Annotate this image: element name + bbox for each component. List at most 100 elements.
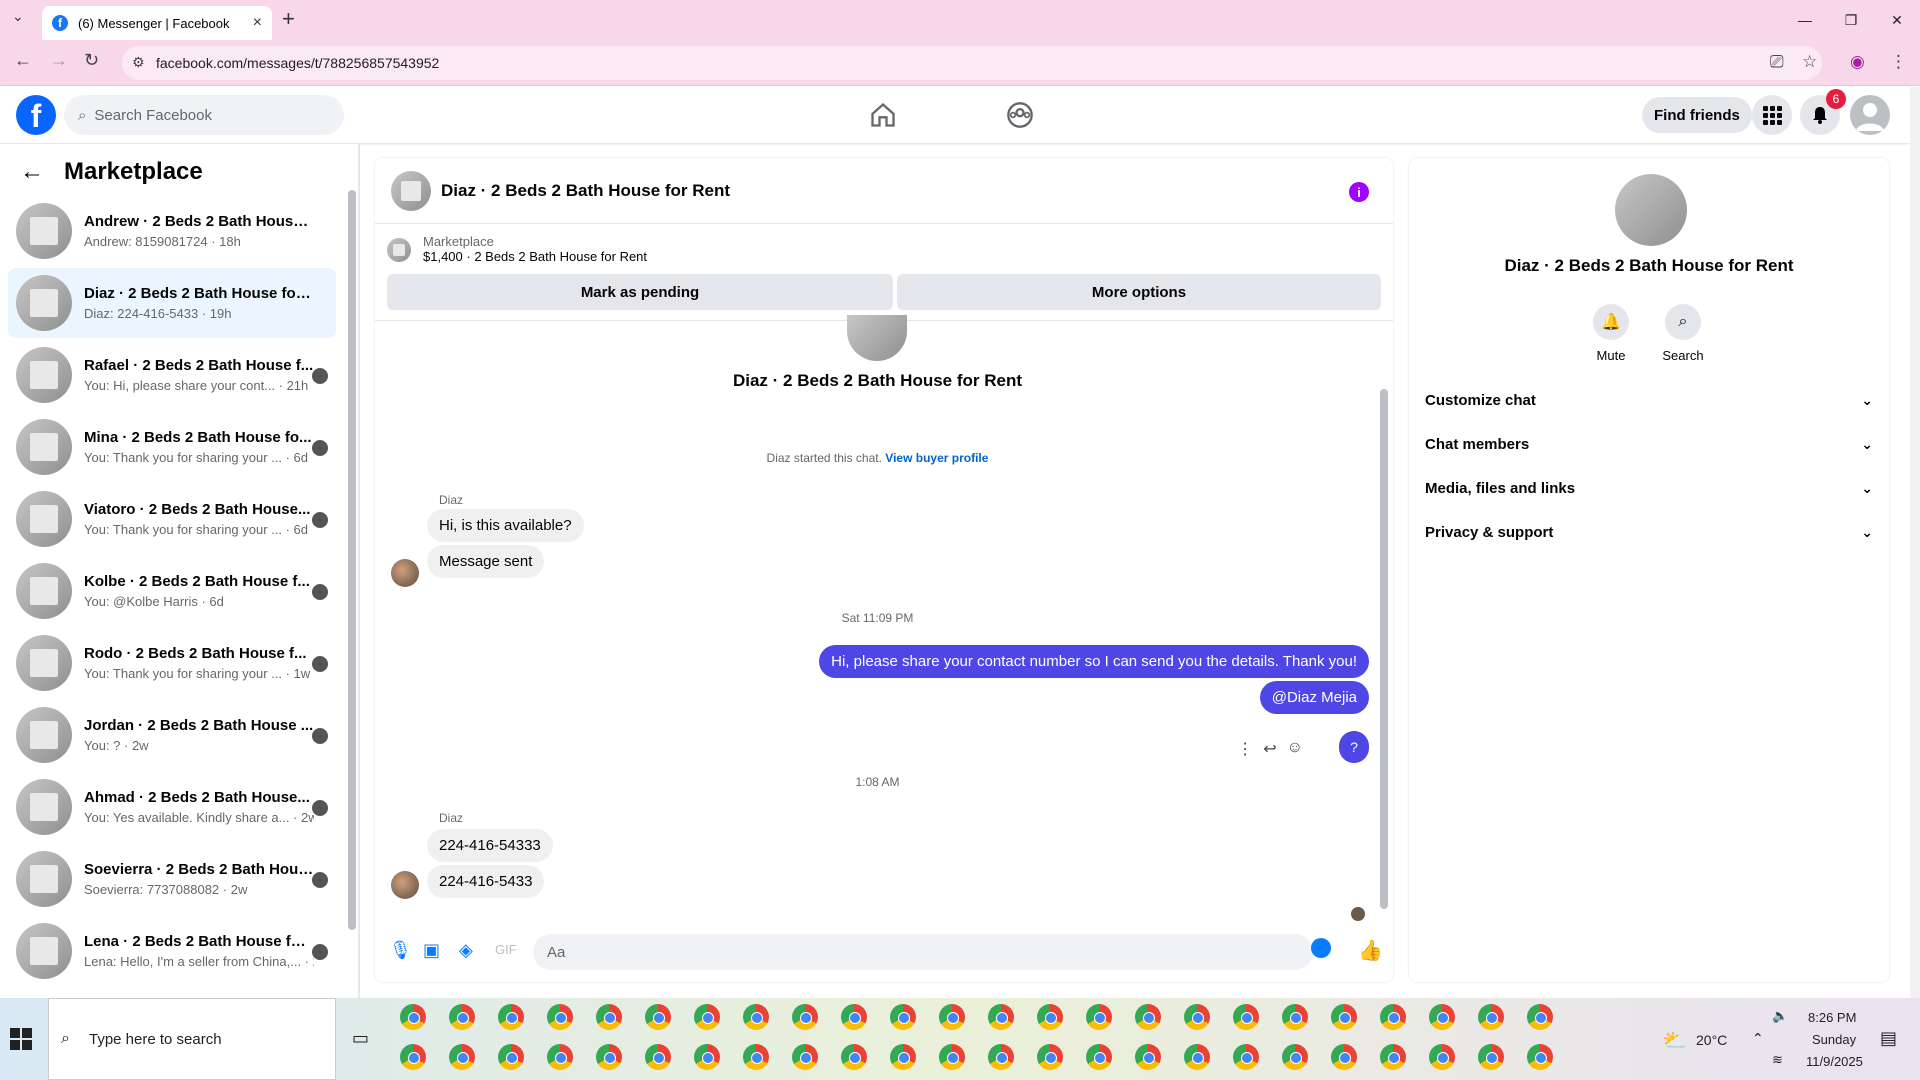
taskbar-app-icon[interactable] [400, 1044, 426, 1070]
outgoing-message[interactable]: @Diaz Mejia [1259, 681, 1369, 714]
conversation-item[interactable]: Diaz · 2 Beds 2 Bath House for R... Diaz:… [8, 268, 336, 338]
reload-icon[interactable]: ↻ [84, 50, 99, 71]
conversation-item[interactable]: Ahmad · 2 Beds 2 Bath House... You: Yes a… [8, 772, 336, 842]
taskbar-app-icon[interactable] [449, 1004, 475, 1030]
taskbar-app-icon[interactable] [547, 1004, 573, 1030]
details-section-row[interactable]: Media, files and links ⌄ [1425, 466, 1873, 510]
menu-grid-icon[interactable] [1752, 95, 1792, 135]
taskbar-app-icon[interactable] [1331, 1004, 1357, 1030]
taskbar-app-icon[interactable] [1233, 1044, 1259, 1070]
details-section-row[interactable]: Privacy & support ⌄ [1425, 510, 1873, 554]
incoming-message[interactable]: 224-416-54333 [427, 829, 553, 862]
restore-icon[interactable]: ❐ [1828, 0, 1874, 40]
browser-tab[interactable]: f (6) Messenger | Facebook × [42, 6, 272, 40]
conversation-item[interactable]: Mina · 2 Beds 2 Bath House fo... You: Tha… [8, 412, 336, 482]
volume-icon[interactable]: 🔈 [1772, 1008, 1788, 1024]
taskbar-app-icon[interactable] [596, 1004, 622, 1030]
taskbar-app-icon[interactable] [645, 1004, 671, 1030]
taskbar-app-icon[interactable] [645, 1044, 671, 1070]
taskbar-app-icon[interactable] [1282, 1044, 1308, 1070]
taskbar-app-icon[interactable] [498, 1004, 524, 1030]
taskbar-search-input[interactable]: ⌕ Type here to search [48, 998, 336, 1080]
taskbar-app-icon[interactable] [1037, 1004, 1063, 1030]
back-arrow-icon[interactable]: ← [20, 158, 44, 186]
conversation-item[interactable]: Jordan · 2 Beds 2 Bath House ... You: ? ·… [8, 700, 336, 770]
groups-icon[interactable] [1006, 101, 1034, 129]
facebook-search-input[interactable]: ⌕ Search Facebook [64, 95, 344, 135]
gif-icon[interactable]: GIF [495, 942, 517, 957]
taskbar-app-icon[interactable] [890, 1044, 916, 1070]
minimize-icon[interactable]: — [1782, 0, 1828, 40]
back-icon[interactable]: ← [14, 50, 32, 71]
more-options-button[interactable]: More options [897, 274, 1381, 310]
show-hidden-icons-icon[interactable]: ⌃ [1752, 1030, 1764, 1047]
taskbar-app-icon[interactable] [1478, 1044, 1504, 1070]
taskbar-app-icon[interactable] [694, 1044, 720, 1070]
close-tab-icon[interactable]: × [253, 14, 262, 32]
taskbar-app-icon[interactable] [1233, 1004, 1259, 1030]
more-actions-icon[interactable]: ⋮ [1237, 739, 1253, 759]
taskbar-app-icon[interactable] [596, 1044, 622, 1070]
url-field[interactable]: ⚙ facebook.com/messages/t/78825685754395… [122, 46, 1822, 80]
message-input[interactable]: Aa [533, 934, 1313, 970]
incoming-message[interactable]: Hi, is this available? [427, 509, 584, 542]
taskbar-app-icon[interactable] [1429, 1004, 1455, 1030]
taskbar-app-icon[interactable] [743, 1044, 769, 1070]
taskbar-app-icon[interactable] [939, 1044, 965, 1070]
profile-icon[interactable]: ◉ [1850, 52, 1865, 72]
reply-icon[interactable]: ↩ [1263, 739, 1276, 759]
notification-center-icon[interactable]: ▤ [1880, 1028, 1897, 1049]
home-icon[interactable] [869, 101, 897, 129]
facebook-logo-icon[interactable]: f [16, 95, 56, 135]
conversation-item[interactable]: Lena · 2 Beds 2 Bath House for R... Lena:… [8, 916, 336, 986]
taskbar-app-icon[interactable] [890, 1004, 916, 1030]
incoming-message[interactable]: 224-416-5433 [427, 865, 545, 898]
new-tab-button[interactable]: + [282, 6, 295, 32]
taskbar-app-icon[interactable] [449, 1044, 475, 1070]
taskbar-app-icon[interactable] [400, 1004, 426, 1030]
sender-avatar[interactable] [391, 559, 419, 587]
page-scrollbar[interactable] [1910, 87, 1920, 998]
close-window-icon[interactable]: ✕ [1874, 0, 1920, 40]
taskbar-app-icon[interactable] [988, 1044, 1014, 1070]
info-icon[interactable]: i [1349, 182, 1369, 202]
install-app-icon[interactable]: ⎚ [1770, 52, 1784, 72]
taskbar-app-icon[interactable] [1380, 1004, 1406, 1030]
task-view-icon[interactable]: ▭ [352, 1028, 369, 1049]
taskbar-app-icon[interactable] [1086, 1044, 1112, 1070]
taskbar-app-icon[interactable] [1331, 1044, 1357, 1070]
clock-date[interactable]: 11/9/2025 [1806, 1054, 1863, 1069]
taskbar-app-icon[interactable] [1527, 1004, 1553, 1030]
wifi-icon[interactable]: ≋ [1772, 1052, 1783, 1068]
windows-start-icon[interactable] [10, 1028, 32, 1050]
taskbar-app-icon[interactable] [694, 1004, 720, 1030]
microphone-icon[interactable]: 🎙 [389, 940, 412, 961]
taskbar-app-icon[interactable] [1135, 1004, 1161, 1030]
conversation-item[interactable]: Andrew · 2 Beds 2 Bath House f... Andrew:… [8, 196, 336, 266]
conversation-item[interactable]: Kolbe · 2 Beds 2 Bath House f... You: @Ko… [8, 556, 336, 626]
mute-button[interactable]: 🔔 Mute [1581, 304, 1641, 363]
sender-avatar[interactable] [391, 871, 419, 899]
react-emoji-icon[interactable]: ☺ [1287, 739, 1303, 759]
taskbar-app-icon[interactable] [1037, 1044, 1063, 1070]
conversation-item[interactable]: Rodo · 2 Beds 2 Bath House f... You: Than… [8, 628, 336, 698]
chat-listing-thumbnail[interactable] [391, 170, 431, 211]
forward-icon[interactable]: → [50, 50, 68, 71]
outgoing-message[interactable]: Hi, please share your contact number so … [819, 645, 1369, 678]
details-section-row[interactable]: Customize chat ⌄ [1425, 378, 1873, 422]
taskbar-app-icon[interactable] [1527, 1044, 1553, 1070]
taskbar-app-icon[interactable] [743, 1004, 769, 1030]
taskbar-app-icon[interactable] [988, 1004, 1014, 1030]
clock-day[interactable]: Sunday [1812, 1032, 1856, 1047]
conversation-item[interactable]: Rafael · 2 Beds 2 Bath House f... You: Hi… [8, 340, 336, 410]
view-buyer-profile-link[interactable]: View buyer profile [885, 451, 988, 465]
clock-time[interactable]: 8:26 PM [1808, 1010, 1856, 1025]
taskbar-app-icon[interactable] [498, 1044, 524, 1070]
taskbar-app-icon[interactable] [547, 1044, 573, 1070]
thumbs-up-icon[interactable]: 👍 [1358, 938, 1383, 963]
search-conversation-button[interactable]: ⌕ Search [1653, 304, 1713, 363]
taskbar-app-icon[interactable] [792, 1004, 818, 1030]
thread-scrollbar[interactable] [1380, 389, 1388, 909]
photo-attach-icon[interactable]: ▣ [423, 940, 440, 961]
conversation-item[interactable]: Soevierra · 2 Beds 2 Bath House ... Soevi… [8, 844, 336, 914]
